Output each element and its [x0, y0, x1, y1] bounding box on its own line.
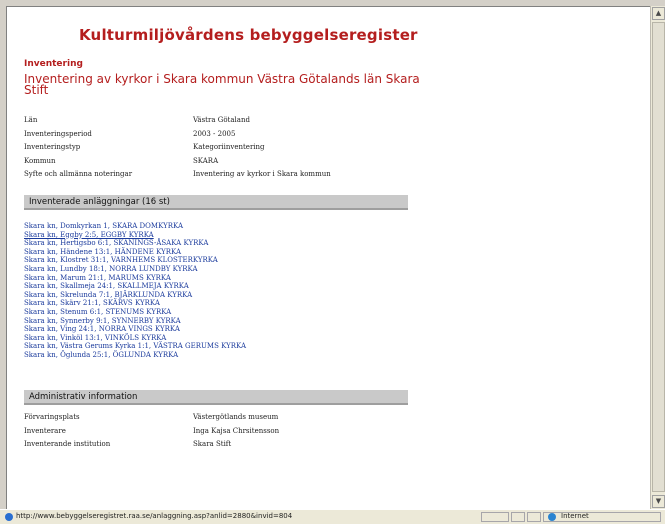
- detail-key: Kommun: [24, 156, 56, 165]
- status-pane: [511, 512, 525, 522]
- detail-key: Inventeringstyp: [24, 143, 81, 151]
- inventory-details-table: Län Västra Götaland Inventeringsperiod 2…: [24, 116, 404, 184]
- facility-link[interactable]: Skara kn, Marum 21:1, MARUMS KYRKA: [24, 274, 246, 283]
- detail-key: Syfte och allmänna noteringar: [24, 170, 133, 178]
- admin-key: Inventerare: [24, 426, 66, 435]
- admin-value: Västergötlands museum: [193, 413, 279, 421]
- facility-link[interactable]: Skara kn, Lundby 18:1, NORRA LUNDBY KYRK…: [24, 265, 246, 274]
- inventory-section-header: Inventerade anläggningar (16 st): [24, 195, 408, 210]
- detail-row: Inventeringstyp Kategoriinventering: [24, 143, 404, 157]
- detail-value: Kategoriinventering: [193, 143, 265, 151]
- admin-row: Inventerare Inga Kajsa Chrsitensson: [24, 427, 404, 441]
- facility-link[interactable]: Skara kn, Öglunda 25:1, ÖGLUNDA KYRKA: [24, 351, 246, 360]
- browser-viewport: Kulturmiljövårdens bebyggelseregister In…: [6, 6, 650, 510]
- admin-value: Inga Kajsa Chrsitensson: [193, 426, 280, 435]
- detail-key: Inventeringsperiod: [24, 129, 92, 138]
- status-bar: http://www.bebyggelseregistret.raa.se/an…: [0, 509, 665, 524]
- detail-value: SKARA: [193, 156, 219, 165]
- scroll-thumb[interactable]: [652, 22, 665, 492]
- facility-link[interactable]: Skara kn, Händene 13:1, HÄNDENE KYRKA: [24, 248, 246, 257]
- admin-key: Förvaringsplats: [24, 413, 80, 421]
- facility-link[interactable]: Skara kn, Stenum 6:1, STENUMS KYRKA: [24, 308, 246, 317]
- facility-link[interactable]: Skara kn, Skärv 21:1, SKÄRVS KYRKA: [24, 299, 246, 308]
- status-pane: [481, 512, 509, 522]
- status-url: http://www.bebyggelseregistret.raa.se/an…: [16, 512, 293, 520]
- status-zone-label: Internet: [561, 512, 589, 520]
- detail-value: Inventering av kyrkor i Skara kommun: [193, 170, 331, 178]
- facility-link[interactable]: Skara kn, Synnerby 9:1, SYNNERBY KYRKA: [24, 317, 246, 326]
- page-heading: Inventering av kyrkor i Skara kommun Väs…: [24, 72, 420, 97]
- admin-row: Inventerande institution Skara Stift: [24, 440, 404, 454]
- detail-row: Kommun SKARA: [24, 157, 404, 171]
- facility-link[interactable]: Skara kn, Domkyrkan 1, SKARA DOMKYRKA: [24, 222, 246, 231]
- section-label: Inventering: [24, 59, 83, 69]
- detail-value: Västra Götaland: [193, 116, 250, 124]
- admin-details-table: Förvaringsplats Västergötlands museum In…: [24, 413, 404, 454]
- detail-row: Län Västra Götaland: [24, 116, 404, 130]
- facility-link[interactable]: Skara kn, Ving 24:1, NORRA VINGS KYRKA: [24, 325, 246, 334]
- detail-key: Län: [24, 116, 38, 124]
- facility-link[interactable]: Skara kn, Klostret 31:1, VARNHEMS KLOSTE…: [24, 256, 246, 265]
- admin-section-header: Administrativ information: [24, 390, 408, 405]
- facility-list: Skara kn, Domkyrkan 1, SKARA DOMKYRKA Sk…: [24, 222, 246, 360]
- globe-icon: [548, 513, 556, 521]
- vertical-scrollbar[interactable]: ▲ ▼: [650, 6, 665, 509]
- detail-row: Inventeringsperiod 2003 - 2005: [24, 130, 404, 144]
- facility-link[interactable]: Skara kn, Hertigsbo 6:1, SKÄNINGS-ÅSAKA …: [24, 239, 246, 248]
- facility-link[interactable]: Skara kn, Eggby 2:5, EGGBY KYRKA: [24, 231, 246, 240]
- admin-row: Förvaringsplats Västergötlands museum: [24, 413, 404, 427]
- scroll-down-arrow-icon[interactable]: ▼: [652, 495, 665, 508]
- site-title: Kulturmiljövårdens bebyggelseregister: [79, 26, 418, 44]
- admin-key: Inventerande institution: [24, 440, 111, 448]
- scroll-up-arrow-icon[interactable]: ▲: [652, 7, 665, 20]
- status-pane: [527, 512, 541, 522]
- facility-link[interactable]: Skara kn, Västra Gerums Kyrka 1:1, VÄSTR…: [24, 342, 246, 351]
- admin-value: Skara Stift: [193, 440, 232, 448]
- facility-link[interactable]: Skara kn, Skallmeja 24:1, SKALLMEJA KYRK…: [24, 282, 246, 291]
- detail-value: 2003 - 2005: [193, 129, 236, 138]
- detail-row: Syfte och allmänna noteringar Inventerin…: [24, 170, 404, 184]
- ie-page-icon: [5, 513, 13, 521]
